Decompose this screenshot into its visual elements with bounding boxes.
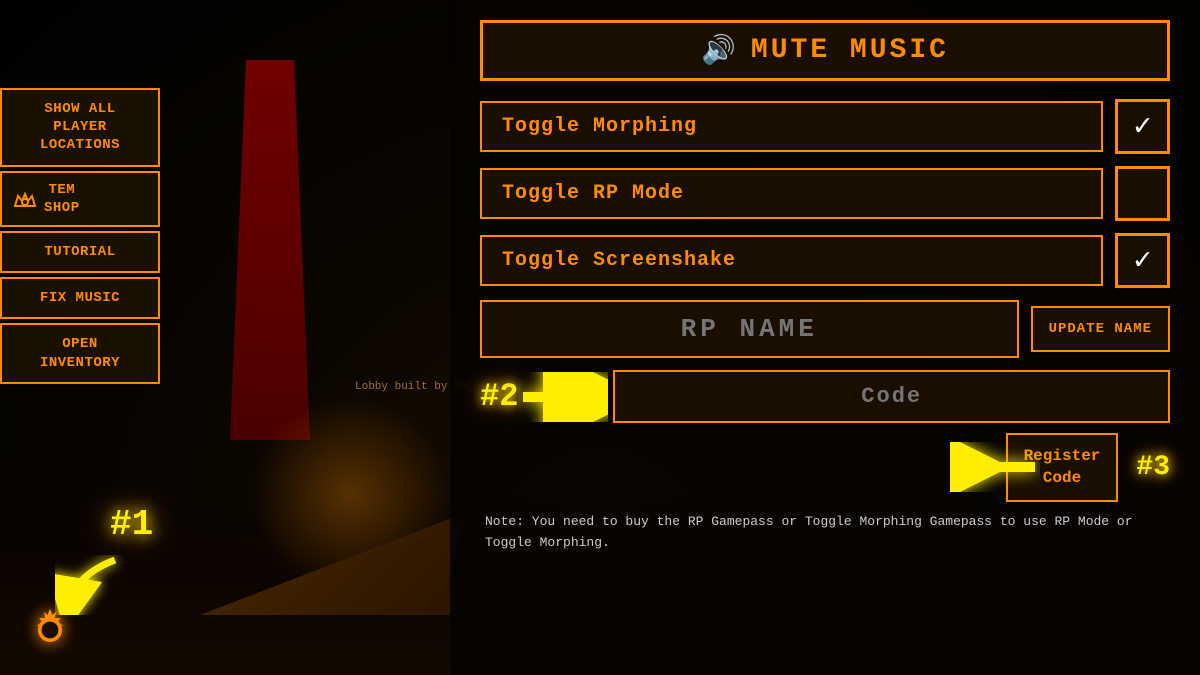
tem-shop-button[interactable]: TEMSHOP — [0, 171, 160, 227]
code-row: #2 — [480, 370, 1170, 423]
fix-music-button[interactable]: Fix Music — [0, 277, 160, 319]
gear-arrow-annotation — [55, 555, 125, 620]
toggle-morphing-button[interactable]: Toggle Morphing — [480, 101, 1103, 152]
hash1-label: #1 — [110, 504, 153, 545]
rp-name-input[interactable] — [480, 300, 1019, 358]
toggle-morphing-checkbox[interactable] — [1115, 99, 1170, 154]
toggle-rp-mode-row: Toggle RP Mode — [480, 166, 1170, 221]
speaker-icon: 🔊 — [701, 33, 739, 68]
toggle-screenshake-button[interactable]: Toggle Screenshake — [480, 235, 1103, 286]
tutorial-button[interactable]: Tutorial — [0, 231, 160, 273]
arrow-down-left-icon — [55, 555, 125, 615]
code-input[interactable] — [613, 370, 1170, 423]
toggle-screenshake-row: Toggle Screenshake — [480, 233, 1170, 288]
toggle-rp-mode-button[interactable]: Toggle RP Mode — [480, 168, 1103, 219]
toggle-morphing-row: Toggle Morphing — [480, 99, 1170, 154]
toggle-rp-mode-checkbox[interactable] — [1115, 166, 1170, 221]
mute-music-button[interactable]: 🔊 MUTE MUSIC — [480, 20, 1170, 81]
rp-name-row: UPDATE NAME — [480, 300, 1170, 358]
tem-shop-label: TEMSHOP — [44, 181, 80, 217]
hash2-label: #2 — [480, 378, 518, 415]
sidebar: Show AllPlayerLocations TEMSHOP Tutorial… — [0, 88, 160, 384]
toggle-screenshake-checkbox[interactable] — [1115, 233, 1170, 288]
note-text: Note: You need to buy the RP Gamepass or… — [480, 512, 1170, 554]
hash3-label: #3 — [1136, 452, 1170, 483]
arrow2-icon — [518, 372, 608, 422]
register-row: RegisterCode #3 — [480, 433, 1170, 502]
crown-icon — [14, 188, 36, 210]
show-all-players-button[interactable]: Show AllPlayerLocations — [0, 88, 160, 167]
main-panel: 🔊 MUTE MUSIC Toggle Morphing Toggle RP M… — [450, 0, 1200, 675]
open-inventory-button[interactable]: OPENINVENTORY — [0, 323, 160, 383]
arrow3-icon — [950, 442, 1040, 492]
tem-icon — [14, 188, 36, 210]
update-name-button[interactable]: UPDATE NAME — [1031, 306, 1170, 352]
mute-music-label: MUTE MUSIC — [751, 35, 949, 66]
